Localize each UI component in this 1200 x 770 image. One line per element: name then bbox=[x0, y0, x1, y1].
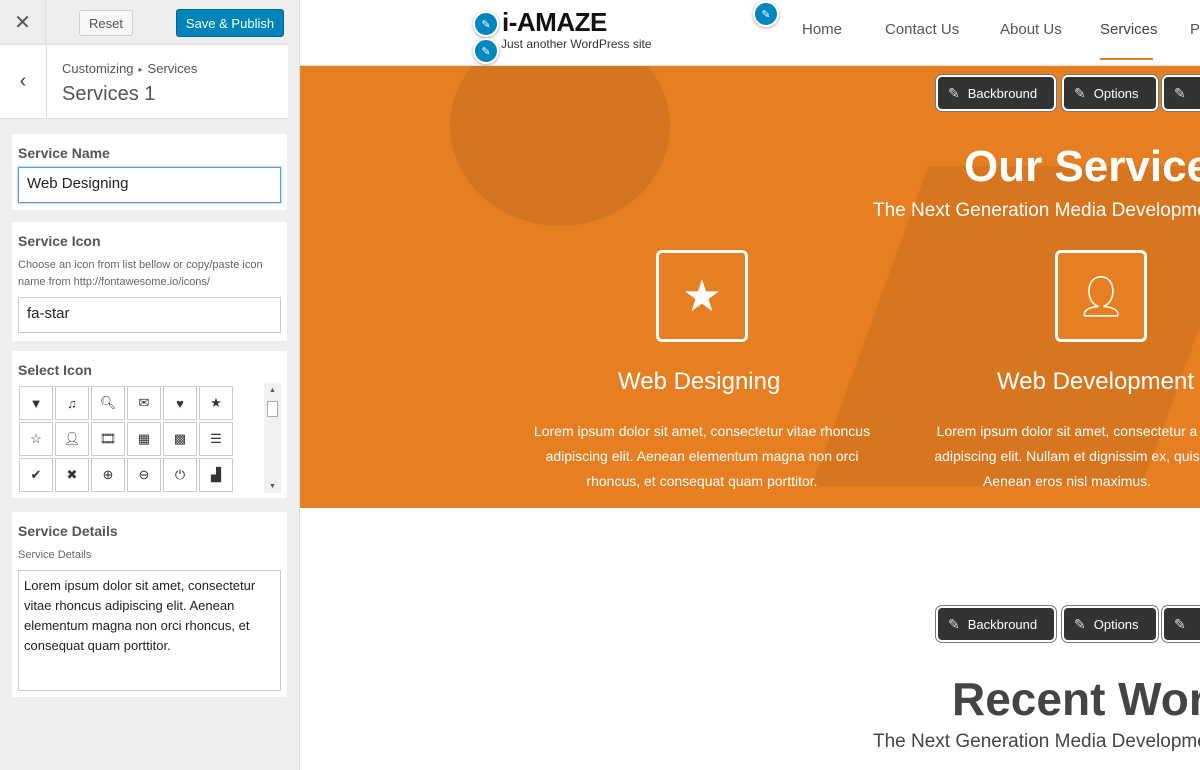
service-1-text: Lorem ipsum dolor sit amet, consectetur … bbox=[533, 423, 871, 489]
service-icon-control: Service Icon Choose an icon from list be… bbox=[12, 222, 287, 341]
pencil-icon: ✎ bbox=[1074, 615, 1086, 632]
recent-background-edit-label: Backbround bbox=[967, 616, 1038, 632]
zoom-in-icon[interactable]: ⊕ bbox=[91, 458, 125, 492]
save-publish-button[interactable]: Save & Publish bbox=[176, 9, 284, 37]
check-icon[interactable]: ✔ bbox=[19, 458, 53, 492]
recent-options-edit-button[interactable]: ✎ Options bbox=[1062, 606, 1158, 642]
site-tagline: Just another WordPress site bbox=[501, 37, 652, 51]
background-edit-label: Backbround bbox=[967, 85, 1038, 101]
heart-icon[interactable]: ♥ bbox=[163, 386, 197, 420]
film-icon[interactable]: 🎞︎ bbox=[91, 422, 125, 456]
nav-next-item[interactable]: P bbox=[1190, 21, 1200, 38]
services-section: ✎ Backbround ✎ Options ✎ Our Services The … bbox=[300, 66, 1200, 508]
background-image bbox=[450, 66, 670, 226]
service-details-textarea[interactable]: Lorem ipsum dolor sit amet, consectetur … bbox=[18, 570, 281, 691]
breadcrumb-leaf: Services bbox=[147, 61, 198, 76]
site-title[interactable]: i-AMAZE bbox=[502, 7, 607, 38]
user-icon[interactable]: 👤︎ bbox=[55, 422, 89, 456]
recent-options-edit-label: Options bbox=[1093, 616, 1139, 632]
search-icon[interactable]: 🔍︎ bbox=[91, 386, 125, 420]
nav-active-indicator bbox=[1100, 58, 1153, 60]
th-list-icon[interactable]: ☰ bbox=[199, 422, 233, 456]
recent-work-title: Recent Work bbox=[952, 673, 1200, 725]
edit-tagline-pencil-icon[interactable]: ✎ bbox=[473, 38, 499, 64]
site-header: i-AMAZE Just another WordPress site ✎ ✎ … bbox=[300, 0, 1200, 66]
envelope-icon[interactable]: ✉ bbox=[127, 386, 161, 420]
signal-icon[interactable]: ▟ bbox=[199, 458, 233, 492]
icon-picker-scrollbar[interactable]: ▲ ▼ bbox=[264, 383, 281, 493]
music-icon[interactable]: ♫ bbox=[55, 386, 89, 420]
power-off-icon[interactable]: ⏻ bbox=[163, 458, 197, 492]
filter-icon[interactable]: ▼ bbox=[19, 386, 53, 420]
reset-button[interactable]: Reset bbox=[79, 10, 133, 36]
pencil-icon: ✎ bbox=[1174, 84, 1186, 101]
select-icon-control: Select Icon ▼ ♫ 🔍︎ ✉ ♥ ★ ☆ 👤︎ 🎞︎ ▦ ▩ ☰ ✔ ✖ ⊕ ⊖ ⏻ ▟ ▲ ▼ bbox=[12, 351, 287, 498]
star-icon[interactable]: ★ bbox=[199, 386, 233, 420]
service-1-title: Web Designing bbox=[618, 368, 781, 395]
select-icon-label: Select Icon bbox=[18, 362, 92, 378]
customizer-sidebar: ✕ Reset Save & Publish ‹ Customizing ▸ Ser… bbox=[0, 0, 300, 770]
pencil-icon: ✎ bbox=[948, 615, 960, 632]
service-star-icon: ★ bbox=[656, 250, 748, 342]
services-title: Our Services bbox=[964, 142, 1200, 191]
content-edit-button[interactable]: ✎ bbox=[1162, 75, 1200, 111]
service-icon-label: Service Icon bbox=[18, 233, 101, 249]
recent-content-edit-button[interactable]: ✎ bbox=[1162, 606, 1200, 642]
back-icon[interactable]: ‹ bbox=[0, 45, 47, 118]
scroll-up-icon[interactable]: ▲ bbox=[264, 383, 281, 397]
recent-background-edit-button[interactable]: ✎ Backbround bbox=[936, 606, 1056, 642]
breadcrumb-separator-icon: ▸ bbox=[138, 65, 143, 74]
service-name-control: Service Name Web Designing bbox=[12, 134, 287, 210]
pencil-icon: ✎ bbox=[1074, 84, 1086, 101]
breadcrumb-root: Customizing bbox=[62, 61, 134, 76]
th-large-icon[interactable]: ▦ bbox=[127, 422, 161, 456]
edit-menu-pencil-icon[interactable]: ✎ bbox=[753, 1, 779, 27]
services-subtitle: The Next Generation Media Development bbox=[873, 200, 1200, 221]
nav-home[interactable]: Home bbox=[802, 21, 842, 38]
th-icon[interactable]: ▩ bbox=[163, 422, 197, 456]
close-icon[interactable]: ✕ bbox=[0, 0, 46, 45]
background-edit-button[interactable]: ✎ Backbround bbox=[936, 75, 1056, 111]
section-title: Services 1 bbox=[62, 83, 156, 105]
scroll-down-icon[interactable]: ▼ bbox=[264, 479, 281, 493]
service-icon-description: Choose an icon from list bellow or copy/… bbox=[18, 259, 263, 288]
site-preview: i-AMAZE Just another WordPress site ✎ ✎ … bbox=[300, 0, 1200, 770]
service-details-label: Service Details bbox=[18, 523, 118, 539]
nav-contact-us[interactable]: Contact Us bbox=[885, 21, 959, 38]
service-details-control: Service Details Service Details Lorem ip… bbox=[12, 512, 287, 697]
options-edit-button[interactable]: ✎ Options bbox=[1062, 75, 1158, 111]
service-icon-input[interactable]: fa-star bbox=[18, 297, 281, 333]
section-header: ‹ Customizing ▸ Services Services 1 bbox=[0, 45, 288, 119]
service-2-text: Lorem ipsum dolor sit amet, consectetur … bbox=[934, 423, 1200, 489]
recent-work-subtitle: The Next Generation Media Development bbox=[873, 731, 1200, 752]
customizer-header: ✕ Reset Save & Publish bbox=[0, 0, 288, 45]
star-outline-icon[interactable]: ☆ bbox=[19, 422, 53, 456]
service-details-description: Service Details bbox=[18, 549, 92, 561]
scroll-thumb[interactable] bbox=[267, 401, 278, 417]
service-2-title: Web Development bbox=[997, 368, 1194, 395]
zoom-out-icon[interactable]: ⊖ bbox=[127, 458, 161, 492]
pencil-icon: ✎ bbox=[1174, 615, 1186, 632]
nav-about-us[interactable]: About Us bbox=[1000, 21, 1062, 38]
service-name-label: Service Name bbox=[18, 145, 110, 161]
edit-title-pencil-icon[interactable]: ✎ bbox=[473, 11, 499, 37]
icon-picker-grid: ▼ ♫ 🔍︎ ✉ ♥ ★ ☆ 👤︎ 🎞︎ ▦ ▩ ☰ ✔ ✖ ⊕ ⊖ ⏻ ▟ bbox=[19, 386, 233, 492]
options-edit-label: Options bbox=[1093, 85, 1139, 101]
nav-services[interactable]: Services bbox=[1100, 21, 1158, 38]
service-user-icon: 👤︎ bbox=[1055, 250, 1147, 342]
service-name-input[interactable]: Web Designing bbox=[18, 167, 281, 203]
times-icon[interactable]: ✖ bbox=[55, 458, 89, 492]
breadcrumb: Customizing ▸ Services bbox=[62, 61, 197, 76]
pencil-icon: ✎ bbox=[948, 84, 960, 101]
